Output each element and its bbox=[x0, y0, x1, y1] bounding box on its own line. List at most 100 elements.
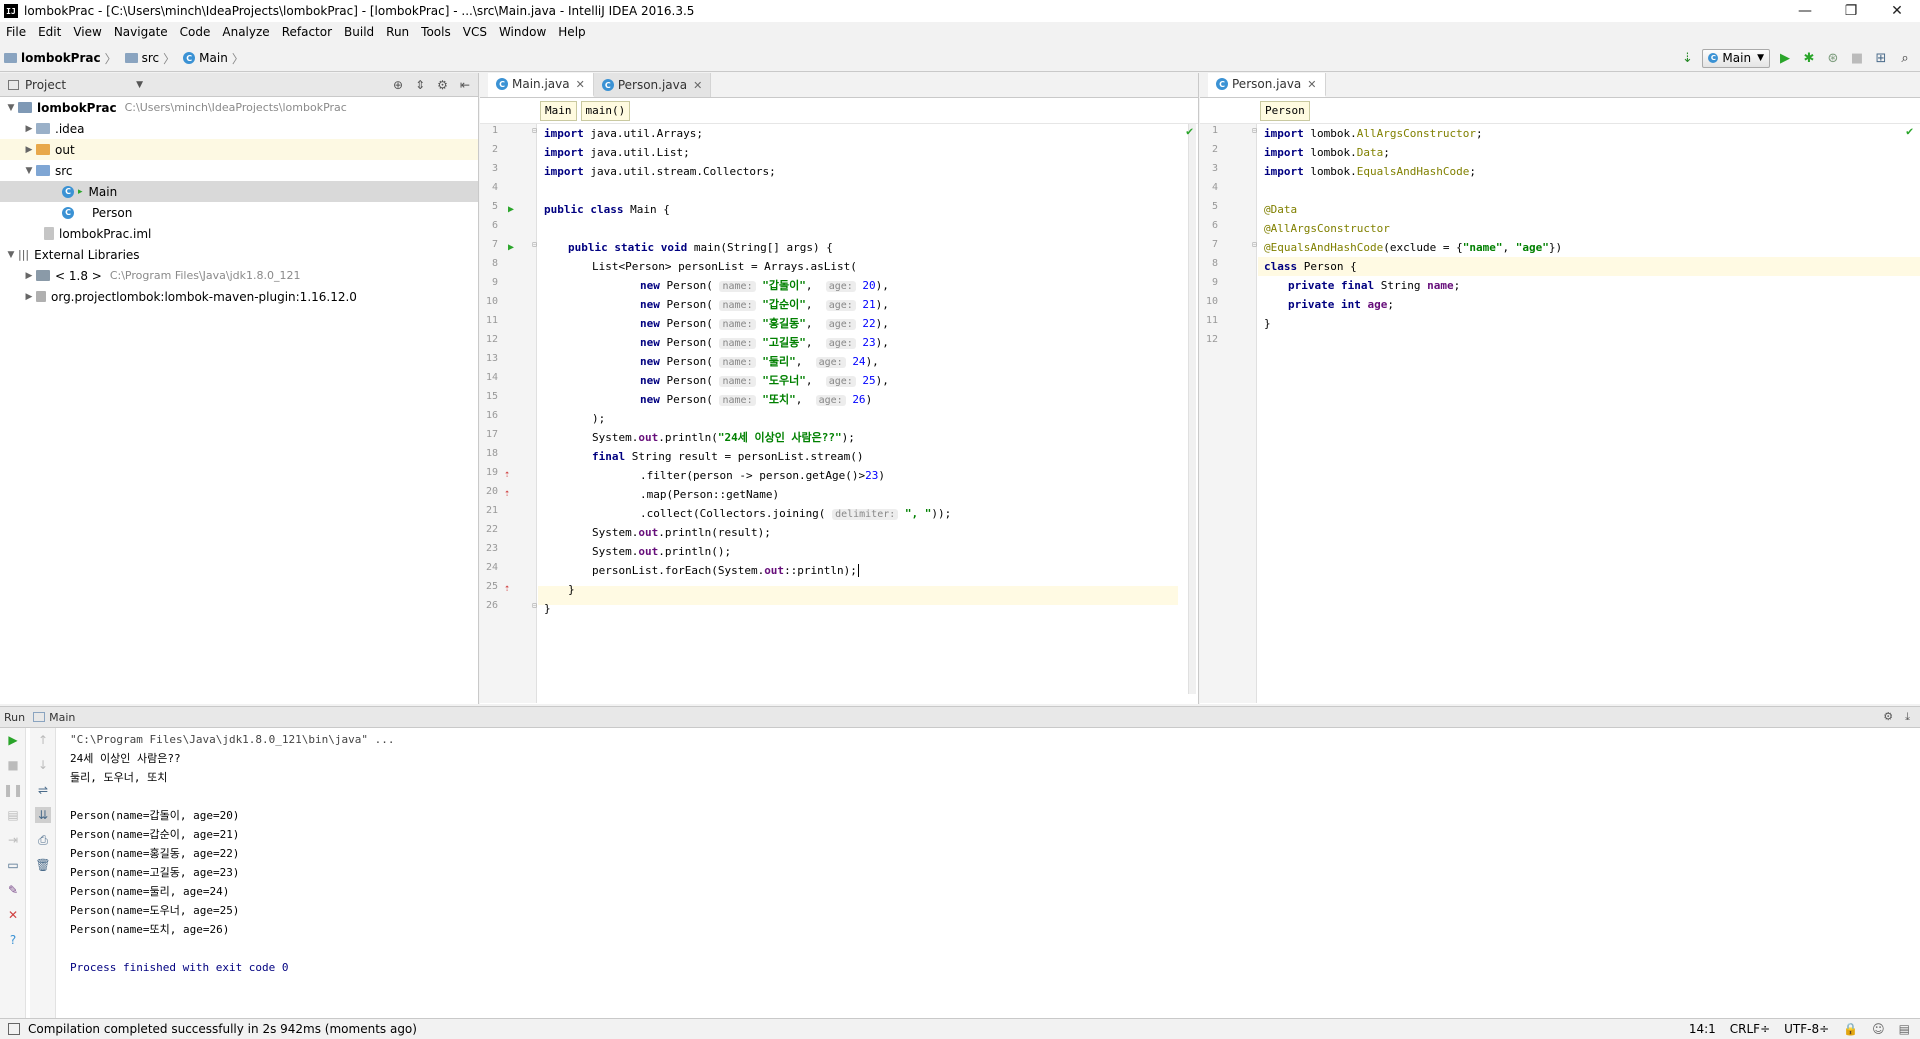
project-panel-title[interactable]: Project bbox=[25, 78, 66, 92]
tree-item-external-libraries[interactable]: ▼ ||| External Libraries bbox=[0, 244, 478, 265]
stop-icon[interactable]: ■ bbox=[1848, 49, 1866, 67]
menu-refactor[interactable]: Refactor bbox=[276, 22, 338, 43]
collapsed-arrow-icon[interactable]: ▶ bbox=[22, 145, 36, 155]
tab-person-java[interactable]: C Person.java ✕ bbox=[1208, 73, 1326, 97]
run-icon[interactable]: ▶ bbox=[1776, 49, 1794, 67]
chevron-down-icon[interactable]: ▼ bbox=[136, 80, 143, 90]
breadcrumb-class[interactable]: Person bbox=[1260, 100, 1310, 121]
expanded-arrow-icon[interactable]: ▼ bbox=[4, 103, 18, 113]
tree-item-out[interactable]: ▶ out bbox=[0, 139, 478, 160]
run-gutter-icon[interactable]: ▶ bbox=[508, 204, 514, 215]
gear-icon[interactable]: ⚙ bbox=[1883, 710, 1893, 724]
tab-main-java[interactable]: C Main.java ✕ bbox=[488, 73, 594, 97]
line-separator[interactable]: CRLF÷ bbox=[1730, 1022, 1770, 1036]
trash-icon[interactable]: 🗑 bbox=[35, 857, 51, 873]
tree-item-main[interactable]: C ▸ Main bbox=[0, 181, 478, 202]
menu-run[interactable]: Run bbox=[380, 22, 415, 43]
fold-icon[interactable]: ⊟ bbox=[1252, 240, 1257, 249]
print-icon[interactable]: ⎙ bbox=[35, 832, 51, 848]
tree-item-idea[interactable]: ▶ .idea bbox=[0, 118, 478, 139]
stop-icon[interactable]: ■ bbox=[5, 757, 21, 773]
collapse-all-icon[interactable]: ⇕ bbox=[415, 78, 425, 92]
menu-navigate[interactable]: Navigate bbox=[108, 22, 174, 43]
breadcrumb-method[interactable]: main() bbox=[580, 100, 631, 121]
menu-analyze[interactable]: Analyze bbox=[216, 22, 275, 43]
fold-icon[interactable]: ⊟ bbox=[1252, 126, 1257, 135]
cursor-position[interactable]: 14:1 bbox=[1689, 1022, 1716, 1036]
close-window-button[interactable]: ✕ bbox=[1874, 0, 1920, 22]
collapsed-arrow-icon[interactable]: ▶ bbox=[22, 271, 36, 281]
collapsed-arrow-icon[interactable]: ▶ bbox=[22, 292, 36, 302]
menu-file[interactable]: File bbox=[0, 22, 32, 43]
project-structure-icon[interactable]: ⊞ bbox=[1872, 49, 1890, 67]
fold-icon[interactable]: ⊟ bbox=[532, 240, 537, 249]
run-configuration-select[interactable]: C Main ▼ bbox=[1702, 48, 1770, 68]
fold-icon[interactable]: ⊟ bbox=[532, 126, 537, 135]
arrow-up-icon[interactable]: ↑ bbox=[35, 732, 51, 748]
line-number: 12 bbox=[1205, 334, 1218, 345]
tree-item-src[interactable]: ▼ src bbox=[0, 160, 478, 181]
lambda-gutter-icon[interactable]: ⇡ bbox=[504, 488, 510, 499]
tree-item-person[interactable]: C Person bbox=[0, 202, 478, 223]
tool-windows-icon[interactable] bbox=[8, 1023, 20, 1035]
maximize-button[interactable]: ❐ bbox=[1828, 0, 1874, 22]
nav-crumb-project[interactable]: lombokPrac 〉 bbox=[0, 45, 121, 72]
menu-vcs[interactable]: VCS bbox=[457, 22, 493, 43]
line-number: 15 bbox=[485, 391, 498, 402]
menu-code[interactable]: Code bbox=[174, 22, 217, 43]
editor-scrollbar[interactable] bbox=[1188, 124, 1196, 694]
expanded-arrow-icon[interactable]: ▼ bbox=[22, 166, 36, 176]
hide-panel-icon[interactable]: ⤓ bbox=[1905, 710, 1910, 724]
run-gutter-icon[interactable]: ▶ bbox=[508, 242, 514, 253]
debug-icon[interactable]: ✱ bbox=[1800, 49, 1818, 67]
exit-icon[interactable]: ⇥ bbox=[5, 832, 21, 848]
code-editor[interactable]: ✔ 1 2 3 4 5 6 7 8 9 10 11 12 ⊟ ⊟ import … bbox=[1200, 124, 1920, 703]
dump-threads-icon[interactable]: ▤ bbox=[5, 807, 21, 823]
hide-panel-icon[interactable]: ⇤ bbox=[460, 78, 470, 92]
build-icon[interactable]: ⇣ bbox=[1678, 49, 1696, 67]
fold-icon[interactable]: ⊟ bbox=[532, 601, 537, 610]
expanded-arrow-icon[interactable]: ▼ bbox=[4, 250, 18, 260]
search-icon[interactable]: ⌕ bbox=[1896, 49, 1914, 67]
tree-item-jdk[interactable]: ▶ < 1.8 > C:\Program Files\Java\jdk1.8.0… bbox=[0, 265, 478, 286]
close-tab-icon[interactable]: ✕ bbox=[1307, 78, 1316, 91]
lambda-gutter-icon[interactable]: ⇡ bbox=[504, 583, 510, 594]
tree-item-lombok-plugin[interactable]: ▶ org.projectlombok:lombok-maven-plugin:… bbox=[0, 286, 478, 307]
menu-build[interactable]: Build bbox=[338, 22, 380, 43]
menu-edit[interactable]: Edit bbox=[32, 22, 67, 43]
restore-layout-icon[interactable]: ▭ bbox=[5, 857, 21, 873]
tree-item-lombokprac[interactable]: ▼ lombokPrac C:\Users\minch\IdeaProjects… bbox=[0, 97, 478, 118]
nav-crumb-src[interactable]: src 〉 bbox=[121, 45, 180, 72]
pause-icon[interactable]: ❚❚ bbox=[3, 782, 23, 798]
menu-window[interactable]: Window bbox=[493, 22, 552, 43]
collapsed-arrow-icon[interactable]: ▶ bbox=[22, 124, 36, 134]
nav-crumb-main[interactable]: C Main 〉 bbox=[179, 45, 248, 72]
event-log-icon[interactable]: ▤ bbox=[1899, 1022, 1910, 1036]
breadcrumb-class[interactable]: Main bbox=[540, 100, 577, 121]
pin-icon[interactable]: ✎ bbox=[5, 882, 21, 898]
coverage-icon[interactable]: ⊛ bbox=[1824, 49, 1842, 67]
code-editor[interactable]: ✔ 1 2 3 4 5 6 7 8 9 10 11 12 13 14 15 16… bbox=[480, 124, 1198, 703]
menu-tools[interactable]: Tools bbox=[415, 22, 457, 43]
lock-icon[interactable]: 🔒 bbox=[1843, 1022, 1858, 1036]
soft-wrap-icon[interactable]: ⇌ bbox=[35, 782, 51, 798]
hector-icon[interactable]: ☺ bbox=[1872, 1022, 1885, 1036]
rerun-icon[interactable]: ▶ bbox=[5, 732, 21, 748]
console-output[interactable]: "C:\Program Files\Java\jdk1.8.0_121\bin\… bbox=[70, 730, 395, 977]
minimize-button[interactable]: — bbox=[1782, 0, 1828, 22]
help-icon[interactable]: ? bbox=[5, 932, 21, 948]
lambda-gutter-icon[interactable]: ⇡ bbox=[504, 469, 510, 480]
menu-help[interactable]: Help bbox=[552, 22, 591, 43]
close-tab-icon[interactable]: ✕ bbox=[576, 78, 585, 91]
close-icon[interactable]: ✕ bbox=[5, 907, 21, 923]
run-config-tab[interactable]: Main bbox=[49, 711, 75, 724]
file-encoding[interactable]: UTF-8÷ bbox=[1784, 1022, 1829, 1036]
menu-view[interactable]: View bbox=[67, 22, 107, 43]
arrow-down-icon[interactable]: ↓ bbox=[35, 757, 51, 773]
scroll-to-end-icon[interactable]: ⇊ bbox=[35, 807, 51, 823]
scroll-from-source-icon[interactable]: ⊕ bbox=[393, 78, 403, 92]
tree-item-iml[interactable]: lombokPrac.iml bbox=[0, 223, 478, 244]
tab-person-java[interactable]: C Person.java ✕ bbox=[593, 73, 712, 97]
gear-icon[interactable]: ⚙ bbox=[437, 78, 448, 92]
close-tab-icon[interactable]: ✕ bbox=[693, 79, 702, 92]
